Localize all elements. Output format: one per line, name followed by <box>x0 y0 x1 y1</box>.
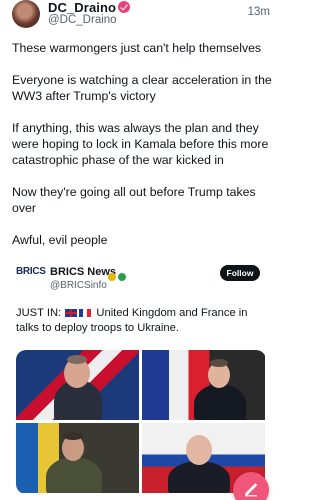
verified-badge-icon <box>118 1 130 13</box>
quoted-author-handle[interactable]: @BRICSinfo <box>50 280 107 291</box>
quoted-text: JUST IN: United Kingdom and France in ta… <box>16 306 266 336</box>
affiliate-badge-icon <box>118 273 126 281</box>
follow-button[interactable]: Follow <box>220 265 260 281</box>
gold-badge-icon <box>108 273 116 281</box>
author-name[interactable]: DC_Draino <box>48 0 116 15</box>
media-image-1[interactable] <box>16 350 139 420</box>
media-image-3[interactable] <box>16 423 139 493</box>
post-paragraph: Awful, evil people <box>12 233 108 247</box>
post-timestamp: 13m <box>247 6 270 18</box>
avatar[interactable] <box>12 0 40 28</box>
uk-flag-icon <box>65 309 78 317</box>
post-paragraph: If anything, this was always the plan an… <box>12 121 269 167</box>
post-paragraph: These warmongers just can't help themsel… <box>12 41 262 55</box>
post-paragraph: Now they're going all out before Trump t… <box>12 185 256 215</box>
quoted-text-prefix: JUST IN: <box>16 307 65 319</box>
compose-icon <box>245 483 258 497</box>
media-image-2[interactable] <box>142 350 265 420</box>
compose-button[interactable] <box>233 472 269 500</box>
media-grid[interactable] <box>16 350 266 494</box>
quoted-avatar-logo[interactable]: BRICS <box>16 266 50 286</box>
author-handle[interactable]: @DC_Draino <box>48 14 117 26</box>
quoted-author-name[interactable]: BRICS News <box>50 266 116 278</box>
quoted-post[interactable]: BRICS BRICS News @BRICSinfo Follow JUST … <box>8 258 274 500</box>
post-paragraph: Everyone is watching a clear acceleratio… <box>12 73 272 103</box>
post-body: These warmongers just can't help themsel… <box>12 40 274 264</box>
france-flag-icon <box>79 309 92 317</box>
post-header: DC_Draino @DC_Draino 13m <box>8 0 274 30</box>
quoted-badges <box>108 268 128 286</box>
